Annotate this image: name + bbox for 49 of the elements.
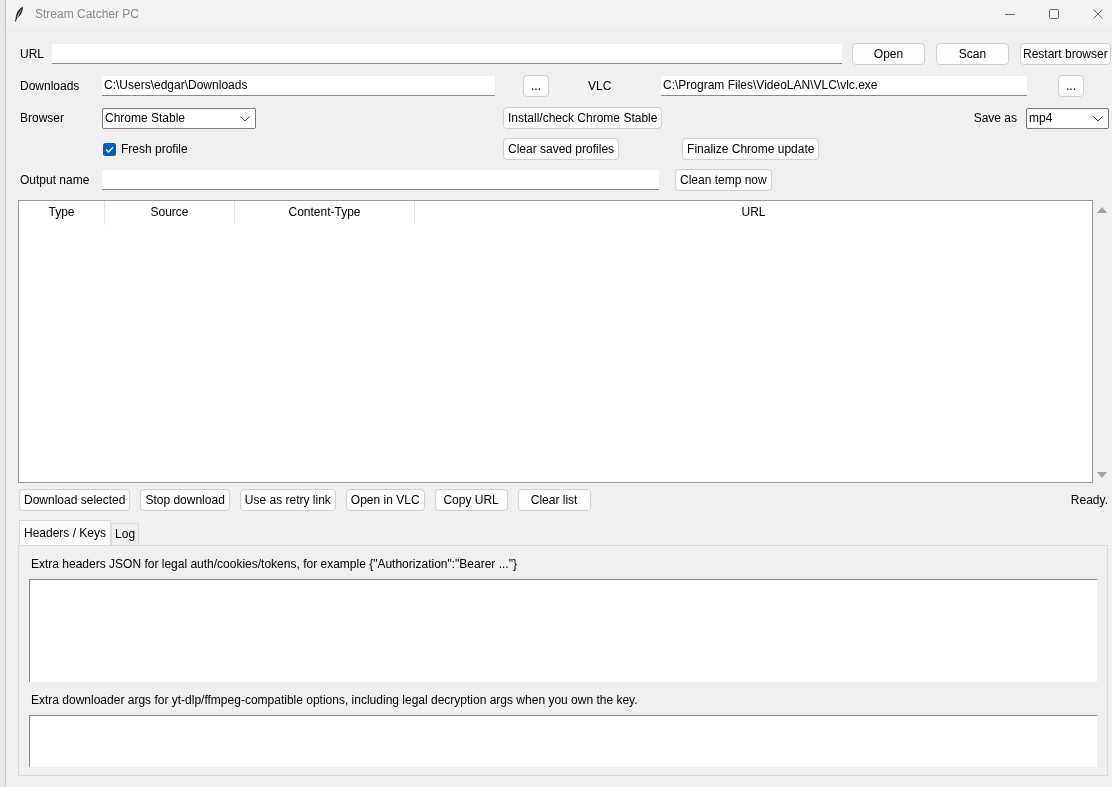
feather-icon [15,6,23,22]
url-label: URL [20,47,45,61]
tab[interactable]: Log [111,523,140,545]
finalize-update-button[interactable]: Finalize Chrome update [682,138,820,160]
headers-json-field[interactable] [29,579,1097,682]
output-name-field[interactable] [102,170,659,190]
chevron-down-icon [240,115,250,122]
args-hint-label: Extra downloader args for yt-dlp/ffmpeg-compatible options, including legal decryption args when you own the key. [31,693,639,708]
minimize-icon[interactable] [1005,13,1015,15]
tab[interactable]: Headers / Keys [19,520,112,545]
save-as-label: Save as [973,111,1017,125]
action-button[interactable]: Copy URL [434,489,508,511]
vlc-path-field[interactable]: C:\Program Files\VideoLAN\VLC\vlc.exe [661,76,1027,96]
output-name-label: Output name [20,173,91,187]
column-header[interactable]: Source [105,201,235,225]
column-header[interactable]: Type [19,201,105,225]
action-button[interactable]: Open in VLC [345,489,425,511]
chevron-down-icon [1093,115,1103,122]
browser-label: Browser [20,111,65,125]
vlc-label: VLC [588,79,613,93]
scroll-up-arrow-icon[interactable] [1096,207,1107,213]
maximize-icon[interactable] [1049,9,1059,19]
clean-temp-button[interactable]: Clean temp now [675,169,772,191]
column-header[interactable]: URL [415,201,1092,225]
toolbar-button[interactable]: Open [852,43,925,65]
url-field[interactable] [52,44,842,64]
format-dropdown[interactable]: mp4 [1026,107,1109,129]
action-button[interactable]: Download selected [19,489,131,511]
toolbar-button[interactable]: Scan [936,43,1009,65]
action-button[interactable]: Clear list [517,489,591,511]
browse-button[interactable]: ... [1058,75,1084,97]
column-header[interactable]: Content-Type [235,201,415,225]
action-button[interactable]: Use as retry link [239,489,336,511]
browse-button[interactable]: ... [523,75,549,97]
window-title: Stream Catcher PC [35,7,140,21]
downloads-path-field[interactable]: C:\Users\edgar\Downloads [102,76,495,96]
toolbar-button[interactable]: Restart browser [1020,43,1111,65]
headers-hint-label: Extra headers JSON for legal auth/cookies/tokens, for example {"Authorization":"Bearer ..."} [31,557,518,572]
clear-profiles-button[interactable]: Clear saved profiles [503,138,620,160]
action-button[interactable]: Stop download [140,489,230,511]
downloads-label: Downloads [20,79,81,93]
downloader-args-field[interactable] [29,715,1097,767]
browser-dropdown[interactable]: Chrome Stable [102,107,256,129]
status-text: Ready. [1070,493,1108,507]
scroll-down-arrow-icon[interactable] [1096,472,1107,478]
fresh-profile-label: Fresh profile [121,142,188,156]
close-icon[interactable] [1093,9,1103,19]
install-chrome-button[interactable]: Install/check Chrome Stable [503,107,663,129]
checkbox[interactable] [103,142,116,156]
